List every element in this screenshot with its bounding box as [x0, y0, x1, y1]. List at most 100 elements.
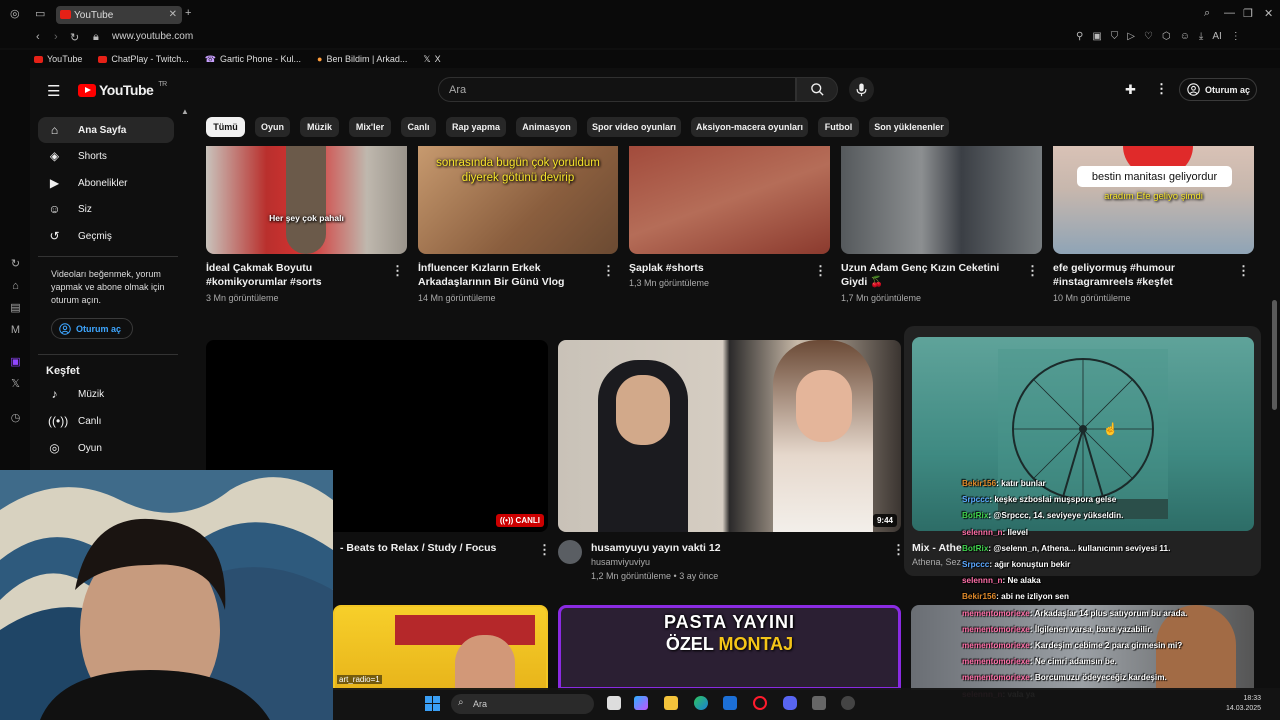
- tab-list-icon[interactable]: ▭: [35, 7, 45, 20]
- wallet-rail-icon[interactable]: ▤: [9, 302, 22, 315]
- shield-icon[interactable]: ⛉: [1111, 31, 1119, 42]
- video-title[interactable]: İnfluencer Kızların Erkek Arkadaşlarının…: [418, 261, 598, 289]
- reload-icon[interactable]: ↻: [70, 31, 79, 44]
- chip-live[interactable]: Canlı: [401, 117, 436, 137]
- video-title[interactable]: husamyuyu yayın vakti 12: [591, 541, 881, 555]
- heart-icon[interactable]: ♡: [1144, 31, 1153, 42]
- video-title[interactable]: efe geliyormuş #humour #instagramreels #…: [1053, 261, 1233, 289]
- sidebar-item-shorts[interactable]: ◈ Shorts: [38, 143, 174, 169]
- chip-mixes[interactable]: Mix'ler: [349, 117, 391, 137]
- create-icon[interactable]: ✚: [1125, 82, 1136, 98]
- taskbar-clock[interactable]: 18:33 14.03.2025: [1226, 694, 1261, 714]
- more-options-icon[interactable]: ⋮: [538, 542, 551, 558]
- browser-menu-icon[interactable]: ⋮: [1231, 31, 1241, 42]
- video-thumbnail[interactable]: [841, 146, 1042, 254]
- sidebar-scroll-up-icon[interactable]: ▲: [181, 107, 189, 116]
- chip-all[interactable]: Tümü: [206, 117, 245, 137]
- forward-icon[interactable]: ›: [54, 31, 58, 43]
- chip-music[interactable]: Müzik: [300, 117, 339, 137]
- more-options-icon[interactable]: ⋮: [1026, 263, 1039, 279]
- close-tab-icon[interactable]: ✕: [169, 9, 177, 20]
- aria-ai-icon[interactable]: AI: [1212, 31, 1221, 42]
- snapshot-icon[interactable]: ▣: [1092, 31, 1101, 42]
- extensions-icon[interactable]: ⬡: [1162, 31, 1171, 42]
- chip-recent[interactable]: Son yüklenenler: [869, 117, 949, 137]
- settings-menu-icon[interactable]: ⋮: [1155, 81, 1168, 97]
- video-title[interactable]: İdeal Çakmak Boyutu #komikyorumlar #sort…: [206, 261, 386, 289]
- download-icon[interactable]: ⤓: [1199, 31, 1203, 42]
- sidebar-signin-button[interactable]: Oturum aç: [51, 318, 133, 339]
- sidebar-item-gaming[interactable]: ◎ Oyun: [38, 435, 174, 461]
- task-view-icon[interactable]: [607, 696, 621, 710]
- video-thumbnail[interactable]: Her şey çok pahalı: [206, 146, 407, 254]
- twitch-rail-icon[interactable]: ▣: [9, 356, 22, 369]
- maximize-icon[interactable]: ❐: [1243, 7, 1253, 20]
- url-field[interactable]: www.youtube.com: [112, 31, 193, 42]
- video-thumbnail[interactable]: [629, 146, 830, 254]
- bag-rail-icon[interactable]: ⌂: [9, 280, 22, 293]
- edge-icon[interactable]: [694, 696, 708, 710]
- sidebar-item-music[interactable]: ♪ Müzik: [38, 381, 174, 407]
- video-thumbnail[interactable]: sonrasında bugün çok yoruldum diyerek gö…: [418, 146, 618, 254]
- x-rail-icon[interactable]: 𝕏: [9, 378, 22, 391]
- copilot-icon[interactable]: [634, 696, 648, 710]
- history-rail-icon[interactable]: ↻: [9, 258, 22, 271]
- bookmark-benbildim[interactable]: ● Ben Bildim | Arkad...: [317, 54, 407, 64]
- more-options-icon[interactable]: ⋮: [1237, 263, 1250, 279]
- sidebar-item-history[interactable]: ↺ Geçmiş: [38, 223, 174, 249]
- hamburger-menu-icon[interactable]: ☰: [47, 82, 60, 100]
- chip-rap[interactable]: Rap yapma: [446, 117, 506, 137]
- video-title[interactable]: - Beats to Relax / Study / Focus: [340, 541, 540, 555]
- search-input[interactable]: Ara: [438, 77, 796, 102]
- video-thumbnail[interactable]: 9:44: [558, 340, 901, 532]
- channel-avatar[interactable]: [558, 540, 582, 564]
- obs-icon[interactable]: [841, 696, 855, 710]
- more-options-icon[interactable]: ⋮: [602, 263, 615, 279]
- video-thumbnail[interactable]: art_radio=1: [333, 605, 548, 690]
- discord-icon[interactable]: [783, 696, 797, 710]
- opera-icon[interactable]: [753, 696, 767, 710]
- more-options-icon[interactable]: ⋮: [814, 263, 827, 279]
- windows-start-icon[interactable]: [425, 696, 440, 711]
- bookmark-youtube[interactable]: YouTube: [34, 54, 82, 64]
- youtube-logo[interactable]: YouTube TR: [78, 81, 167, 98]
- opera-menu-icon[interactable]: ◎: [10, 7, 20, 20]
- browser-tab[interactable]: YouTube ✕: [56, 6, 182, 24]
- sidebar-item-home[interactable]: ⌂ Ana Sayfa: [38, 117, 174, 143]
- voice-search-button[interactable]: [849, 77, 874, 102]
- sidebar-item-subscriptions[interactable]: ▶ Abonelikler: [38, 170, 174, 196]
- minimize-icon[interactable]: —: [1224, 7, 1235, 19]
- app-icon[interactable]: [812, 696, 826, 710]
- chip-action-adventure[interactable]: Aksiyon-macera oyunları: [691, 117, 808, 137]
- search-button[interactable]: [796, 77, 838, 102]
- bookmark-chatplay[interactable]: ChatPlay - Twitch...: [98, 54, 189, 64]
- back-icon[interactable]: ‹: [36, 31, 40, 43]
- messenger-rail-icon[interactable]: M: [9, 324, 22, 337]
- video-title[interactable]: Uzun Adam Genç Kızın Ceketini Giydi 🍒: [841, 261, 1023, 289]
- search-tabs-icon[interactable]: ⌕: [1204, 7, 1210, 20]
- page-scrollbar[interactable]: [1272, 300, 1277, 410]
- pin-icon[interactable]: ⚲: [1076, 31, 1083, 42]
- store-icon[interactable]: [723, 696, 737, 710]
- profile-icon[interactable]: ☺: [1180, 31, 1190, 42]
- sidebar-item-live[interactable]: ((•)) Canlı: [38, 408, 174, 434]
- new-tab-icon[interactable]: +: [185, 7, 191, 19]
- chip-gaming[interactable]: Oyun: [255, 117, 290, 137]
- player-icon[interactable]: ▷: [1127, 31, 1135, 42]
- header-signin-button[interactable]: Oturum aç: [1179, 78, 1257, 101]
- taskbar-search[interactable]: ⌕ Ara: [451, 694, 594, 714]
- bookmark-gartic[interactable]: ☎ Gartic Phone - Kul...: [205, 54, 301, 65]
- chip-sports-games[interactable]: Spor video oyunları: [587, 117, 681, 137]
- video-thumbnail[interactable]: PASTA YAYINI ÖZEL MONTAJ: [558, 605, 901, 690]
- close-window-icon[interactable]: ✕: [1264, 7, 1273, 20]
- video-title[interactable]: Şaplak #shorts: [629, 261, 809, 275]
- chip-animation[interactable]: Animasyon: [516, 117, 577, 137]
- bookmark-x[interactable]: 𝕏X: [423, 54, 440, 65]
- video-thumbnail[interactable]: bestin manitası geliyordur aradım Efe ge…: [1053, 146, 1254, 254]
- more-options-icon[interactable]: ⋮: [391, 263, 404, 279]
- clock-rail-icon[interactable]: ◷: [9, 412, 22, 425]
- channel-name[interactable]: husamviyuviyu: [591, 556, 650, 569]
- chip-football[interactable]: Futbol: [818, 117, 859, 137]
- file-explorer-icon[interactable]: [664, 696, 678, 710]
- sidebar-item-you[interactable]: ☺ Siz: [38, 196, 174, 222]
